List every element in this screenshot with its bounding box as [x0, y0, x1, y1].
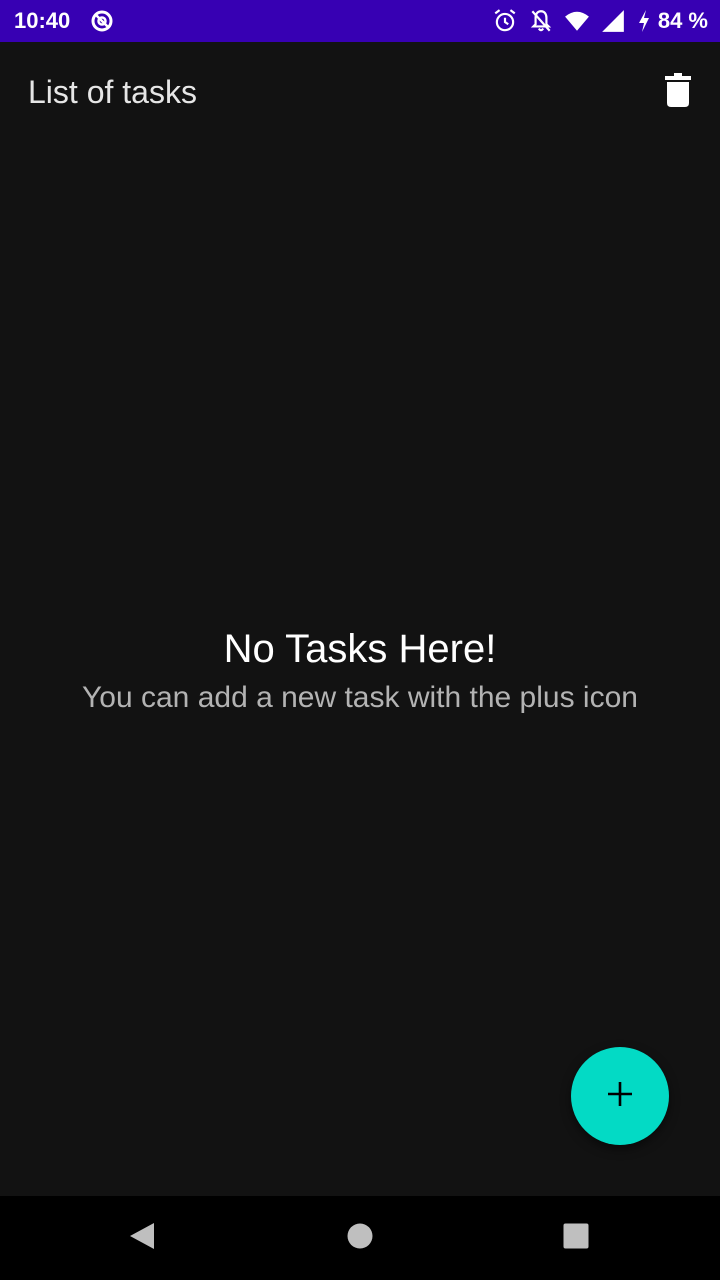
navigation-bar [0, 1196, 720, 1280]
status-icons: 84 % [482, 7, 708, 35]
battery-percent: 84 % [657, 8, 708, 33]
sync-alert-icon [90, 9, 114, 33]
app-bar: List of tasks [0, 42, 720, 142]
delete-all-button[interactable] [658, 70, 698, 114]
nav-recents-button[interactable] [552, 1214, 600, 1262]
wifi-icon [564, 8, 590, 34]
recents-icon [563, 1223, 589, 1254]
charging-bolt-icon [636, 8, 652, 34]
back-icon [128, 1221, 156, 1256]
empty-state-title: No Tasks Here! [223, 627, 497, 671]
page-title: List of tasks [28, 74, 197, 110]
notifications-off-icon [528, 8, 554, 34]
cell-signal-icon [600, 8, 626, 34]
status-time: 10:40 [14, 8, 71, 33]
nav-back-button[interactable] [118, 1214, 166, 1262]
task-list-screen: 10:40 84 % List of tasks No Tasks Here! … [0, 0, 720, 1280]
nav-home-button[interactable] [336, 1214, 384, 1262]
empty-state-subtitle: You can add a new task with the plus ico… [82, 681, 638, 714]
plus-icon [606, 1080, 634, 1113]
status-bar: 10:40 84 % [0, 0, 720, 42]
alarm-icon [492, 8, 518, 34]
add-task-button[interactable] [571, 1047, 669, 1145]
delete-icon [665, 72, 691, 112]
home-icon [347, 1223, 373, 1254]
